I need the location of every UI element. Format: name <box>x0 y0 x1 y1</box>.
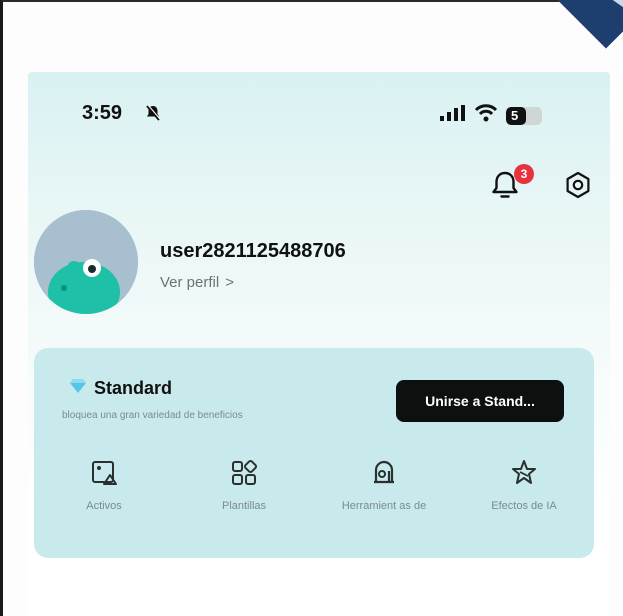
avatar[interactable] <box>34 210 138 314</box>
chevron-right-icon: > <box>225 274 234 291</box>
notifications-button[interactable]: 3 <box>488 164 534 202</box>
image-edit-icon <box>89 458 119 488</box>
feature-item[interactable]: Plantillas <box>174 458 314 548</box>
view-profile-link[interactable]: Ver perfil > <box>160 274 234 291</box>
signal-icon <box>440 105 466 126</box>
settings-button[interactable] <box>563 170 593 200</box>
templates-grid-icon <box>229 458 259 488</box>
feature-item[interactable]: Efectos de IA <box>454 458 594 548</box>
join-plan-button[interactable]: Unirse a Stand... <box>396 380 564 422</box>
bell-icon <box>488 171 522 206</box>
feature-list: Activos Plantillas Herramient as de Efec… <box>34 458 594 548</box>
tools-icon <box>369 458 399 488</box>
battery-icon: 5 <box>506 106 542 125</box>
username: user2821125488706 <box>160 240 346 262</box>
wifi-icon <box>474 104 498 127</box>
view-profile-label: Ver perfil <box>160 274 220 291</box>
feature-item[interactable]: Herramient as de <box>314 458 454 548</box>
plan-subtitle: bloquea una gran variedad de beneficios <box>62 410 243 421</box>
feature-label: Activos <box>86 500 122 512</box>
status-indicators: 5 <box>440 104 542 127</box>
top-actions: 3 <box>488 162 608 202</box>
notification-badge: 3 <box>514 164 534 184</box>
settings-icon <box>563 171 593 204</box>
app-screen: 3:59 5 3 user2821125488706 Ver perfil > … <box>28 72 610 616</box>
profile-section: user2821125488706 Ver perfil > <box>28 210 610 320</box>
status-bar: 3:59 5 <box>28 72 610 132</box>
feature-label: Plantillas <box>221 500 267 512</box>
status-time: 3:59 <box>82 102 123 124</box>
plan-name: Standard <box>94 378 173 398</box>
corner-decoration <box>553 0 623 50</box>
ai-effects-icon <box>509 458 539 488</box>
feature-label: Herramient as de <box>341 500 427 512</box>
muted-bell-icon <box>144 104 162 127</box>
diamond-icon <box>70 379 86 398</box>
membership-card: Standard bloquea una gran variedad de be… <box>34 348 594 558</box>
feature-item[interactable]: Activos <box>34 458 174 548</box>
battery-level: 5 <box>511 107 519 123</box>
feature-label: Efectos de IA <box>491 500 557 512</box>
plan-title: Standard <box>70 378 172 399</box>
